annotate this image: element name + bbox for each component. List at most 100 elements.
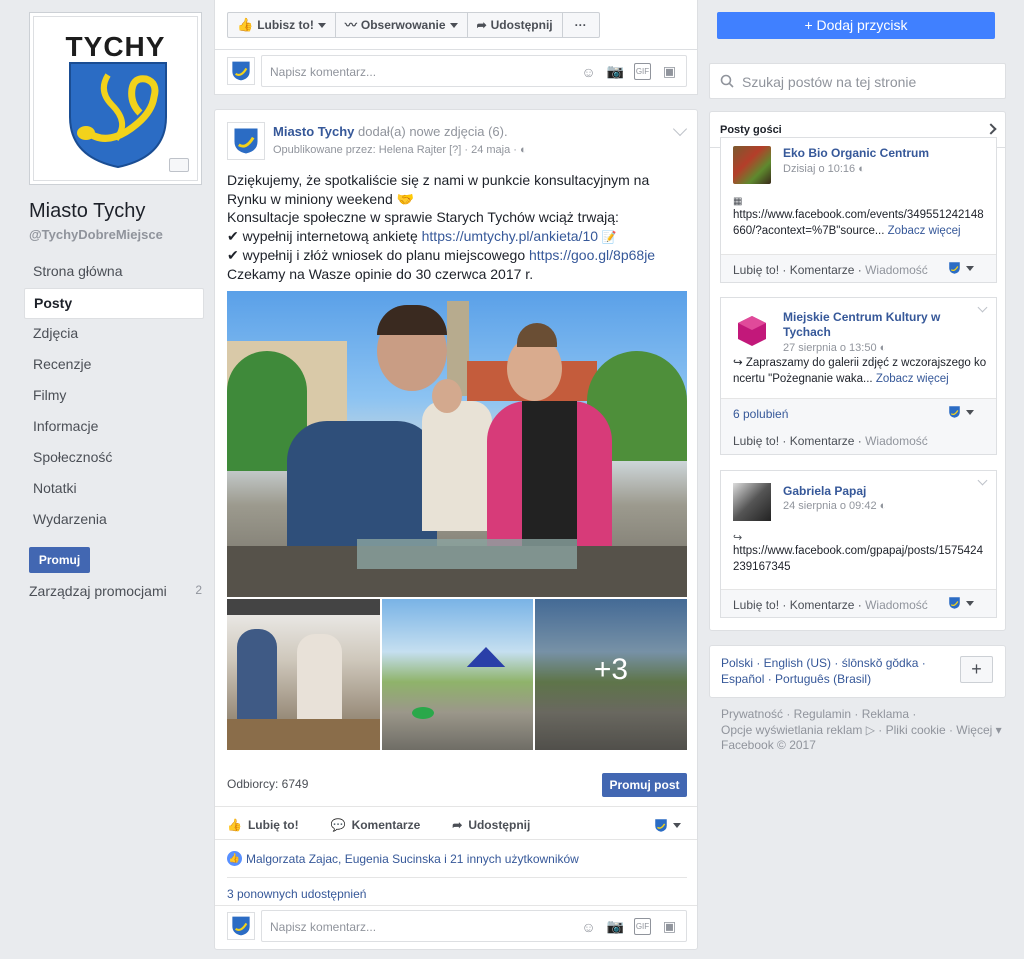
nav-item-events[interactable]: Wydarzenia: [24, 505, 204, 536]
more-options-button[interactable]: ···: [563, 13, 599, 37]
likes-count-link[interactable]: 6 polubień: [733, 407, 788, 421]
thumbnail-photo[interactable]: [227, 599, 380, 750]
gif-icon[interactable]: GIF: [634, 918, 651, 935]
sticker-icon[interactable]: ▣: [661, 63, 678, 80]
post-as-selector[interactable]: [949, 406, 974, 418]
emoji-icon[interactable]: ☺: [580, 918, 597, 935]
like-link[interactable]: Lubię to!: [733, 434, 779, 448]
visitor-posts-panel: Posty gości Eko Bio Organic Centrum Dzis…: [709, 111, 1006, 631]
page-post-search[interactable]: Szukaj postów na tej stronie: [709, 63, 1006, 99]
survey-link[interactable]: https://umtychy.pl/ankieta/10: [422, 228, 598, 244]
visitor-post-likes-row: 6 polubień: [721, 398, 996, 426]
comment-link[interactable]: Komentarze: [790, 598, 855, 612]
camera-icon[interactable]: 📷: [607, 63, 624, 80]
nav-item-community[interactable]: Społeczność: [24, 443, 204, 474]
tychy-shield-icon: [232, 61, 250, 81]
memo-icon: 📝: [601, 229, 617, 244]
comment-link[interactable]: Komentarze: [790, 434, 855, 448]
globe-icon: ◐: [879, 500, 887, 512]
post-as-selector[interactable]: [655, 818, 681, 832]
comment-button[interactable]: 💬 Komentarze: [331, 818, 421, 832]
message-link[interactable]: Wiadomość: [865, 263, 928, 277]
visitor-name-link[interactable]: Eko Bio Organic Centrum: [783, 146, 983, 161]
nav-item-about[interactable]: Informacje: [24, 412, 204, 443]
like-post-button[interactable]: 👍 Lubię to!: [227, 818, 299, 832]
post-as-selector[interactable]: [949, 597, 974, 609]
tychy-shield-icon: [655, 818, 667, 832]
main-photo[interactable]: [227, 291, 687, 597]
camera-icon[interactable]: [169, 158, 189, 172]
tychy-shield-icon: [232, 916, 250, 936]
page-name[interactable]: Miasto Tychy: [29, 200, 145, 223]
visitor-avatar[interactable]: [733, 146, 771, 184]
likers-summary[interactable]: 👍 Malgorzata Zajac, Eugenia Sucinska i 2…: [227, 851, 579, 866]
footer-line[interactable]: Opcje wyświetlania reklam ▷ · Pliki cook…: [721, 723, 1006, 739]
nav-item-photos[interactable]: Zdjęcia: [24, 319, 204, 350]
sticker-icon[interactable]: ▣: [661, 918, 678, 935]
message-link[interactable]: Wiadomość: [865, 434, 928, 448]
tychy-shield-icon: [69, 62, 167, 169]
nav-item-videos[interactable]: Filmy: [24, 381, 204, 412]
manage-promotions-count: 2: [195, 583, 202, 597]
like-link[interactable]: Lubię to!: [733, 598, 779, 612]
see-more-link[interactable]: Zobacz więcej: [876, 373, 949, 385]
like-link[interactable]: Lubię to!: [733, 263, 779, 277]
visitor-post-footer: Lubię to! · Komentarze · Wiadomość: [721, 589, 996, 617]
add-button[interactable]: + Dodaj przycisk: [717, 12, 995, 39]
follow-button[interactable]: 〰 Obserwowanie: [336, 13, 468, 37]
comment-link[interactable]: Komentarze: [790, 263, 855, 277]
visitor-post-body: ↪ Zapraszamy do galerii zdjęć z wczorajs…: [733, 357, 987, 385]
like-page-button[interactable]: 👍 Lubisz to!: [228, 13, 336, 37]
chevron-down-icon: [966, 409, 974, 415]
visitor-name-link[interactable]: Gabriela Papaj: [783, 484, 983, 499]
promote-post-button[interactable]: Promuj post: [602, 773, 687, 797]
nav-item-notes[interactable]: Notatki: [24, 474, 204, 505]
post-author-link[interactable]: Miasto Tychy: [273, 124, 354, 139]
visitor-avatar[interactable]: [733, 312, 771, 350]
language-links[interactable]: Polski · English (US) · ślōnskŏ gŏdka · …: [721, 656, 951, 687]
add-language-button[interactable]: +: [960, 656, 993, 683]
share-arrow-icon: ➦: [452, 818, 463, 832]
comment-input[interactable]: Napisz komentarz... ☺ 📷 GIF ▣: [261, 910, 687, 942]
commenter-avatar: [227, 57, 255, 85]
post-text-line: Dziękujemy, że spotkaliście się z nami w…: [227, 172, 650, 207]
nav-item-reviews[interactable]: Recenzje: [24, 350, 204, 381]
comment-input[interactable]: Napisz komentarz... ☺ 📷 GIF ▣: [261, 55, 687, 87]
post-card: Miasto Tychy dodał(a) nowe zdjęcia (6). …: [214, 109, 698, 950]
profile-picture[interactable]: TYCHY: [29, 12, 202, 185]
checkmark-icon: ✔: [227, 227, 239, 244]
shares-count[interactable]: 3 ponownych udostępnień: [227, 887, 366, 901]
divider: [215, 905, 697, 906]
share-page-button[interactable]: ➦ Udostępnij: [468, 13, 563, 37]
chevron-right-icon[interactable]: [985, 123, 997, 135]
nav-item-home[interactable]: Strona główna: [24, 257, 204, 288]
comment-placeholder: Napisz komentarz...: [270, 65, 377, 79]
visitor-name-link[interactable]: Miejskie Centrum Kultury w Tychach: [783, 310, 983, 340]
calendar-icon: ▦: [733, 196, 743, 207]
emoji-icon[interactable]: ☺: [580, 63, 597, 80]
chevron-down-icon: [317, 22, 326, 28]
visitor-post-body: https://www.facebook.com/gpapaj/posts/15…: [733, 545, 983, 573]
footer-line[interactable]: Prywatność · Regulamin · Reklama ·: [721, 707, 1006, 723]
post-as-selector[interactable]: [949, 262, 974, 274]
share-arrow-icon: ↪: [733, 357, 743, 369]
page-handle[interactable]: @TychyDobreMiejsce: [29, 227, 163, 242]
plan-link[interactable]: https://goo.gl/8p68je: [529, 247, 655, 263]
post-author-avatar[interactable]: [227, 122, 265, 160]
thumbnail-photo[interactable]: [382, 599, 533, 750]
gif-icon[interactable]: GIF: [634, 63, 651, 80]
see-more-link[interactable]: Zobacz więcej: [888, 225, 961, 237]
manage-promotions-link[interactable]: Zarządzaj promocjami 2: [29, 583, 202, 599]
camera-icon[interactable]: 📷: [607, 918, 624, 935]
nav-item-posts[interactable]: Posty: [24, 288, 204, 319]
post-options-chevron-icon[interactable]: [672, 121, 688, 137]
message-link[interactable]: Wiadomość: [865, 598, 928, 612]
promote-button[interactable]: Promuj: [29, 547, 90, 573]
share-post-button[interactable]: ➦ Udostępnij: [452, 818, 530, 832]
more-photos-tile[interactable]: +3: [535, 599, 687, 750]
post-reach[interactable]: Odbiorcy: 6749: [227, 777, 308, 791]
visitor-avatar[interactable]: [733, 483, 771, 521]
globe-icon: ◐: [879, 342, 887, 354]
post-check-line: ✔ wypełnij internetową ankietę https://u…: [227, 227, 617, 244]
visitor-post-time: 27 sierpnia o 13:50 ◐: [783, 342, 887, 354]
